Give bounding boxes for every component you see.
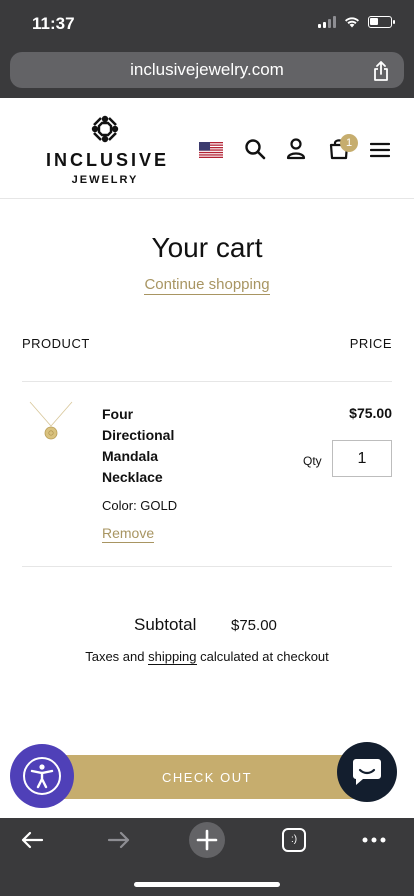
price-column-header: PRICE	[349, 336, 392, 351]
tax-shipping-note: Taxes and shipping calculated at checkou…	[0, 649, 414, 665]
chat-button[interactable]	[337, 742, 397, 802]
share-icon[interactable]	[372, 60, 390, 82]
status-icons	[318, 16, 395, 28]
continue-shopping-link[interactable]: Continue shopping	[0, 276, 414, 295]
tax-note-prefix: Taxes and	[85, 649, 149, 664]
address-bar[interactable]: inclusivejewelry.com	[10, 52, 404, 88]
accessibility-button[interactable]	[10, 744, 74, 808]
brand-name: INCLUSIVE	[46, 150, 170, 170]
necklace-product-image[interactable]	[26, 400, 76, 450]
product-column-header: PRODUCT	[22, 336, 90, 351]
logo-mark-icon	[91, 115, 119, 143]
page-title: Your cart	[151, 232, 263, 263]
divider	[22, 381, 392, 382]
subtotal-value: $75.00	[231, 617, 277, 634]
tax-note-suffix: calculated at checkout	[196, 649, 329, 664]
chat-icon	[353, 759, 381, 785]
product-color: Color: GOLD	[102, 498, 178, 513]
item-price: $75.00	[349, 405, 392, 421]
brand-subname: JEWELRY	[71, 174, 139, 186]
us-flag-icon[interactable]	[199, 142, 223, 158]
continue-shopping-label: Continue shopping	[144, 276, 270, 295]
new-tab-plus-icon[interactable]	[189, 822, 225, 858]
shipping-policy-link[interactable]: shipping	[148, 649, 197, 665]
tabs-icon-label: :)	[290, 834, 298, 845]
product-name-link[interactable]: Four Directional Mandala Necklace	[102, 404, 202, 488]
wifi-icon	[345, 17, 359, 28]
battery-icon	[368, 16, 395, 28]
back-arrow-icon[interactable]	[20, 830, 44, 850]
address-url: inclusivejewelry.com	[130, 60, 284, 79]
menu-icon[interactable]	[370, 142, 390, 158]
forward-arrow-icon[interactable]	[107, 830, 131, 850]
status-time: 11:37	[32, 14, 75, 33]
subtotal-label: Subtotal	[134, 615, 197, 634]
tabs-icon[interactable]: :)	[282, 828, 306, 852]
cart-count-badge: 1	[340, 134, 358, 152]
checkout-button[interactable]: CHECK OUT	[56, 755, 358, 799]
home-indicator	[134, 882, 280, 887]
search-icon[interactable]	[244, 138, 266, 160]
cellular-signal-icon	[318, 16, 336, 28]
browser-top-bar: 11:37 inclusivejewelry.com	[0, 0, 414, 98]
more-options-icon[interactable]	[362, 837, 386, 843]
quantity-label: Qty	[303, 454, 322, 468]
quantity-input[interactable]	[332, 440, 392, 477]
remove-item-link[interactable]: Remove	[102, 525, 155, 543]
accessibility-icon	[23, 757, 61, 795]
divider	[22, 566, 392, 567]
brand-logo[interactable]: INCLUSIVE JEWELRY	[46, 112, 170, 186]
account-icon[interactable]	[286, 138, 306, 160]
